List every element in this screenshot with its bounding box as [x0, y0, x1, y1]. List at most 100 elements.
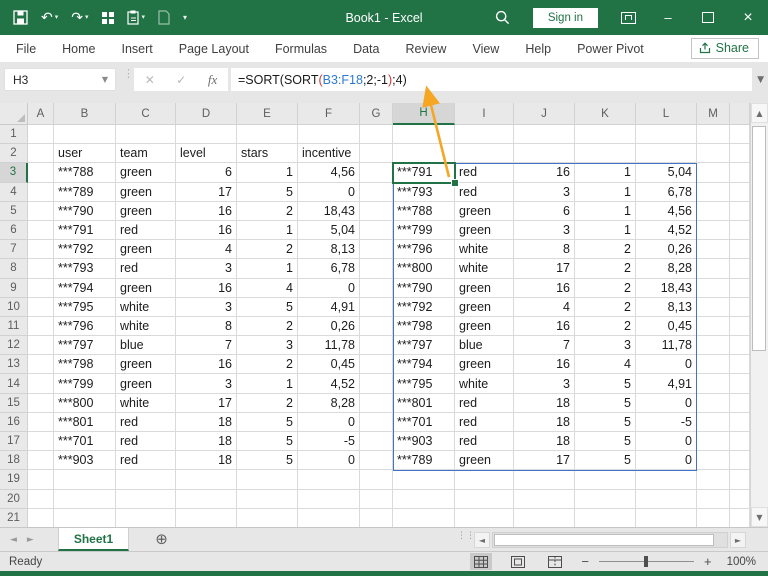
cell-C20[interactable]	[116, 489, 176, 509]
cell-I20[interactable]	[455, 489, 514, 509]
cell-I16[interactable]: red	[455, 412, 514, 432]
row-header-15[interactable]: 15	[0, 393, 28, 413]
cell-L9[interactable]: 18,43	[636, 278, 697, 298]
row-header-16[interactable]: 16	[0, 412, 28, 432]
cell-E3[interactable]: 1	[237, 163, 298, 183]
cell-G20[interactable]	[360, 489, 393, 509]
cell-G12[interactable]	[360, 336, 393, 356]
cell-M14[interactable]	[697, 374, 730, 394]
cell-C1[interactable]	[116, 125, 176, 145]
row-header-4[interactable]: 4	[0, 182, 28, 202]
cell-K2[interactable]	[575, 144, 636, 164]
cell-K15[interactable]: 5	[575, 393, 636, 413]
cell-X21[interactable]	[730, 508, 750, 528]
cell-C4[interactable]: green	[116, 182, 176, 202]
confirm-entry-icon[interactable]: ✓	[176, 73, 186, 87]
cell-L21[interactable]	[636, 508, 697, 528]
cell-G16[interactable]	[360, 412, 393, 432]
cell-J5[interactable]: 6	[514, 201, 575, 221]
cell-B10[interactable]: ***795	[54, 297, 116, 317]
cell-D7[interactable]: 4	[176, 240, 237, 260]
cell-C10[interactable]: white	[116, 297, 176, 317]
cell-E13[interactable]: 2	[237, 355, 298, 375]
row-header-10[interactable]: 10	[0, 297, 28, 317]
cell-H5[interactable]: ***788	[393, 201, 455, 221]
view-grid-icon[interactable]	[101, 11, 114, 24]
cell-G1[interactable]	[360, 125, 393, 145]
scroll-right-icon[interactable]: ►	[730, 532, 746, 548]
column-header-B[interactable]: B	[54, 103, 116, 125]
cell-A11[interactable]	[28, 316, 54, 337]
cell-A17[interactable]	[28, 432, 54, 452]
cell-B9[interactable]: ***794	[54, 278, 116, 298]
cell-F1[interactable]	[298, 125, 360, 145]
cell-J6[interactable]: 3	[514, 220, 575, 241]
cell-E12[interactable]: 3	[237, 336, 298, 356]
cell-J11[interactable]: 16	[514, 316, 575, 337]
cell-M17[interactable]	[697, 432, 730, 452]
cell-M10[interactable]	[697, 297, 730, 317]
cell-L6[interactable]: 4,52	[636, 220, 697, 241]
cell-X6[interactable]	[730, 220, 750, 241]
cell-I7[interactable]: white	[455, 240, 514, 260]
cell-I8[interactable]: white	[455, 259, 514, 279]
cell-X1[interactable]	[730, 125, 750, 145]
cell-G10[interactable]	[360, 297, 393, 317]
row-header-18[interactable]: 18	[0, 451, 28, 471]
cell-F5[interactable]: 18,43	[298, 201, 360, 221]
cell-L4[interactable]: 6,78	[636, 182, 697, 202]
cell-E5[interactable]: 2	[237, 201, 298, 221]
cell-J10[interactable]: 4	[514, 297, 575, 317]
cell-L8[interactable]: 8,28	[636, 259, 697, 279]
cell-M20[interactable]	[697, 489, 730, 509]
cell-B19[interactable]	[54, 470, 116, 490]
tab-file[interactable]: File	[3, 35, 49, 62]
cell-A6[interactable]	[28, 220, 54, 241]
cell-G19[interactable]	[360, 470, 393, 490]
cell-G11[interactable]	[360, 316, 393, 337]
cell-X11[interactable]	[730, 316, 750, 337]
cell-J7[interactable]: 8	[514, 240, 575, 260]
row-header-13[interactable]: 13	[0, 355, 28, 375]
cell-J9[interactable]: 16	[514, 278, 575, 298]
cell-X14[interactable]	[730, 374, 750, 394]
cell-X15[interactable]	[730, 393, 750, 413]
expand-formula-bar-icon[interactable]: ▼	[757, 75, 764, 85]
cell-X4[interactable]	[730, 182, 750, 202]
cell-L15[interactable]: 0	[636, 393, 697, 413]
cell-A2[interactable]	[28, 144, 54, 164]
row-header-5[interactable]: 5	[0, 201, 28, 221]
cell-E15[interactable]: 2	[237, 393, 298, 413]
cell-G13[interactable]	[360, 355, 393, 375]
scroll-up-icon[interactable]: ▲	[751, 103, 768, 123]
cell-X13[interactable]	[730, 355, 750, 375]
cell-G2[interactable]	[360, 144, 393, 164]
cell-G17[interactable]	[360, 432, 393, 452]
cell-K17[interactable]: 5	[575, 432, 636, 452]
cell-B20[interactable]	[54, 489, 116, 509]
cell-F19[interactable]	[298, 470, 360, 490]
row-header-19[interactable]: 19	[0, 470, 28, 490]
cell-C21[interactable]	[116, 508, 176, 528]
name-box-dropdown-icon[interactable]: ▼	[102, 75, 108, 84]
cell-X3[interactable]	[730, 163, 750, 183]
tab-scroll-split-handle[interactable]: ⋮⋮	[457, 532, 475, 541]
row-header-2[interactable]: 2	[0, 144, 28, 164]
cell-J8[interactable]: 17	[514, 259, 575, 279]
cell-H3[interactable]: ***791	[393, 163, 455, 183]
cell-X7[interactable]	[730, 240, 750, 260]
cell-E19[interactable]	[237, 470, 298, 490]
cell-D13[interactable]: 16	[176, 355, 237, 375]
cell-J3[interactable]: 16	[514, 163, 575, 183]
tab-formulas[interactable]: Formulas	[262, 35, 340, 62]
cell-F8[interactable]: 6,78	[298, 259, 360, 279]
paste-dropdown-icon[interactable]: ▾	[142, 14, 146, 21]
cell-K20[interactable]	[575, 489, 636, 509]
cell-G15[interactable]	[360, 393, 393, 413]
redo-dropdown-icon[interactable]: ▾	[85, 14, 89, 21]
cell-M15[interactable]	[697, 393, 730, 413]
vertical-scroll-thumb[interactable]	[752, 126, 766, 351]
cell-B12[interactable]: ***797	[54, 336, 116, 356]
cell-L2[interactable]	[636, 144, 697, 164]
cell-H17[interactable]: ***903	[393, 432, 455, 452]
